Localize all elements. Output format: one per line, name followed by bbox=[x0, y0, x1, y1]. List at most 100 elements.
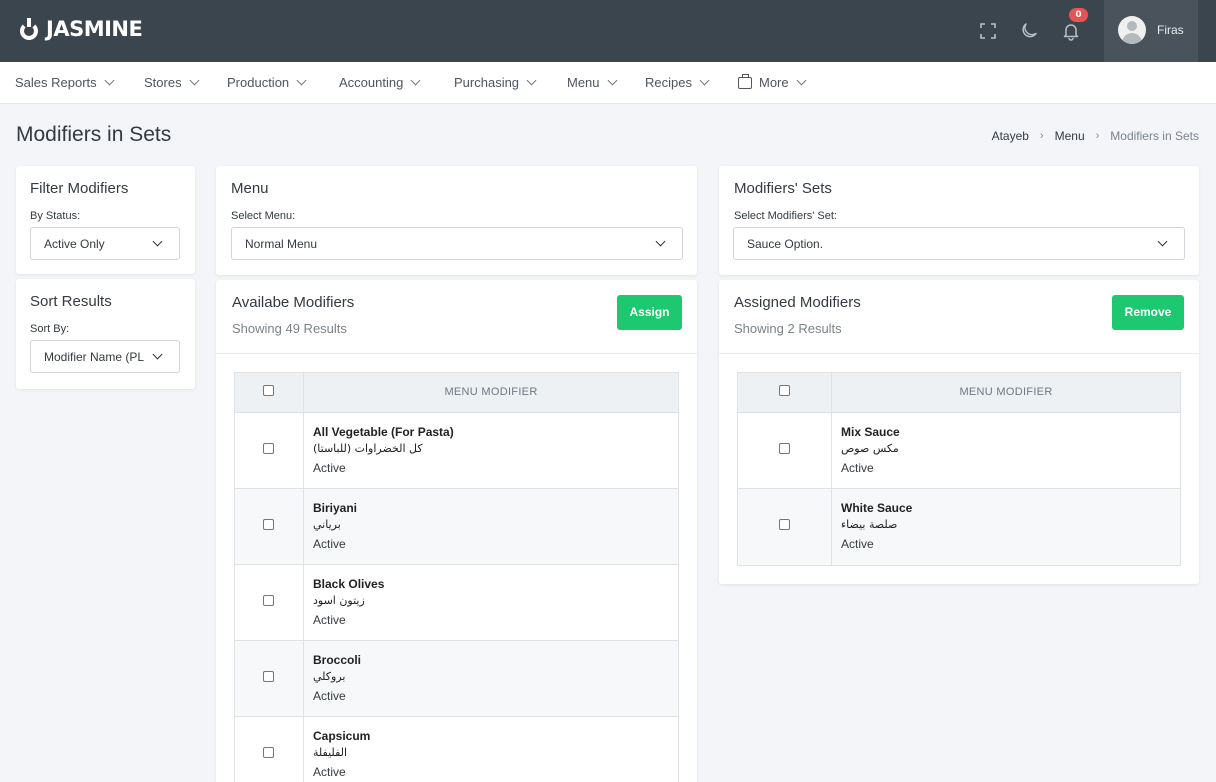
nav-purchasing[interactable]: Purchasing bbox=[454, 75, 537, 90]
available-title: Availabe Modifiers bbox=[232, 294, 355, 311]
modifier-status: Active bbox=[313, 765, 346, 779]
notification-bell-icon[interactable] bbox=[1060, 20, 1082, 42]
nav-production[interactable]: Production bbox=[227, 75, 307, 90]
user-menu[interactable]: Firas bbox=[1104, 0, 1198, 62]
page-title: Modifiers in Sets bbox=[16, 123, 172, 146]
modifier-name: Capsicum bbox=[313, 729, 371, 743]
logo-text: JASMINE bbox=[46, 17, 143, 41]
menu-card: Menu Select Menu: Normal Menu bbox=[216, 166, 697, 275]
menu-select[interactable]: Normal Menu bbox=[231, 227, 683, 260]
nav-label: Purchasing bbox=[454, 75, 520, 90]
assigned-title: Assigned Modifiers bbox=[734, 294, 861, 311]
breadcrumb: Atayeb › Menu › Modifiers in Sets bbox=[992, 129, 1199, 143]
row-checkbox[interactable] bbox=[263, 443, 274, 454]
sets-select-label: Select Modifiers' Set: bbox=[734, 210, 837, 222]
filter-card: Filter Modifiers By Status: Active Only bbox=[16, 166, 195, 274]
modifier-status: Active bbox=[313, 461, 346, 475]
assign-button[interactable]: Assign bbox=[617, 295, 682, 330]
divider bbox=[719, 353, 1199, 354]
avatar bbox=[1118, 16, 1146, 44]
column-divider bbox=[831, 489, 832, 565]
app-logo[interactable]: JASMINE bbox=[20, 17, 143, 41]
logo-mark-icon bbox=[20, 18, 38, 40]
chevron-right-icon: › bbox=[1095, 130, 1100, 142]
modifier-arabic-name: مكس صوص bbox=[841, 442, 899, 455]
modifier-status: Active bbox=[313, 613, 346, 627]
nav-stores[interactable]: Stores bbox=[144, 75, 200, 90]
nav-sales-reports[interactable]: Sales Reports bbox=[15, 75, 115, 90]
modifier-name: Mix Sauce bbox=[841, 425, 900, 439]
sort-title: Sort Results bbox=[30, 293, 112, 310]
assigned-count: Showing 2 Results bbox=[734, 321, 842, 336]
row-checkbox[interactable] bbox=[779, 519, 790, 530]
row-checkbox[interactable] bbox=[263, 519, 274, 530]
chevron-down-icon bbox=[410, 75, 421, 86]
column-divider bbox=[303, 413, 304, 488]
nav-accounting[interactable]: Accounting bbox=[339, 75, 421, 90]
sort-select[interactable]: Modifier Name (PL bbox=[30, 340, 180, 373]
column-divider bbox=[831, 413, 832, 488]
modifier-arabic-name: كل الخضراوات (للباستا) bbox=[313, 442, 423, 455]
dark-mode-icon[interactable] bbox=[1018, 20, 1040, 42]
modifier-name: White Sauce bbox=[841, 501, 913, 515]
sort-select-value: Modifier Name (PL bbox=[44, 350, 145, 364]
row-checkbox[interactable] bbox=[263, 671, 274, 682]
chevron-down-icon bbox=[607, 75, 617, 86]
select-all-checkbox[interactable] bbox=[779, 385, 790, 396]
modifier-name: Black Olives bbox=[313, 577, 385, 591]
select-all-checkbox[interactable] bbox=[263, 385, 274, 396]
user-name: Firas bbox=[1157, 23, 1184, 37]
chevron-down-icon bbox=[655, 236, 666, 247]
sets-title: Modifiers' Sets bbox=[734, 180, 832, 197]
row-checkbox[interactable] bbox=[779, 443, 790, 454]
chevron-down-icon bbox=[189, 75, 200, 86]
nav-recipes[interactable]: Recipes bbox=[645, 75, 710, 90]
breadcrumb-item[interactable]: Atayeb bbox=[992, 129, 1029, 143]
row-checkbox[interactable] bbox=[263, 595, 274, 606]
remove-button[interactable]: Remove bbox=[1112, 295, 1184, 330]
nav-label: Accounting bbox=[339, 75, 404, 90]
column-divider bbox=[303, 641, 304, 716]
table-row: Capsicum الفليفلة Active bbox=[235, 717, 678, 782]
modifier-arabic-name: زيتون اسود bbox=[313, 594, 365, 607]
modifier-status: Active bbox=[313, 689, 346, 703]
table-row: Biriyani برياني Active bbox=[235, 489, 678, 565]
modifier-status: Active bbox=[841, 537, 874, 551]
status-select-value: Active Only bbox=[44, 237, 105, 251]
modifier-name: Broccoli bbox=[313, 653, 362, 667]
nav-label: Recipes bbox=[645, 75, 692, 90]
modifier-arabic-name: صلصة بيضاء bbox=[841, 518, 898, 531]
modifier-status: Active bbox=[841, 461, 874, 475]
nav-label: Stores bbox=[144, 75, 182, 90]
nav-label: More bbox=[759, 75, 789, 90]
modifier-arabic-name: برياني bbox=[313, 518, 341, 531]
table-header: MENU MODIFIER bbox=[235, 373, 678, 413]
column-divider bbox=[303, 717, 304, 782]
modifier-arabic-name: بروكلي bbox=[313, 670, 346, 683]
chevron-down-icon bbox=[526, 75, 537, 86]
chevron-down-icon bbox=[152, 349, 163, 360]
fullscreen-icon[interactable] bbox=[977, 20, 999, 42]
table-row: Black Olives زيتون اسود Active bbox=[235, 565, 678, 641]
chevron-down-icon bbox=[296, 75, 307, 86]
nav-more[interactable]: More bbox=[738, 73, 807, 90]
chevron-down-icon bbox=[699, 75, 710, 86]
chevron-down-icon bbox=[796, 75, 807, 86]
modifier-status: Active bbox=[313, 537, 346, 551]
status-select[interactable]: Active Only bbox=[30, 227, 180, 260]
column-divider bbox=[303, 489, 304, 564]
table-row: Broccoli بروكلي Active bbox=[235, 641, 678, 717]
modifier-name: Biriyani bbox=[313, 501, 358, 515]
breadcrumb-item[interactable]: Menu bbox=[1055, 129, 1085, 143]
main-nav: Sales Reports Stores Production Accounti… bbox=[0, 62, 1216, 104]
chevron-down-icon bbox=[152, 236, 163, 247]
row-checkbox[interactable] bbox=[263, 747, 274, 758]
chevron-right-icon: › bbox=[1039, 130, 1044, 142]
table-row: White Sauce صلصة بيضاء Active bbox=[738, 489, 1180, 565]
sets-select[interactable]: Sauce Option. bbox=[733, 227, 1185, 260]
top-header: JASMINE 0 Firas bbox=[0, 0, 1216, 62]
column-divider bbox=[303, 565, 304, 640]
status-label: By Status: bbox=[30, 210, 81, 222]
available-table: MENU MODIFIER All Vegetable (For Pasta) … bbox=[234, 372, 679, 782]
nav-menu[interactable]: Menu bbox=[567, 75, 617, 90]
